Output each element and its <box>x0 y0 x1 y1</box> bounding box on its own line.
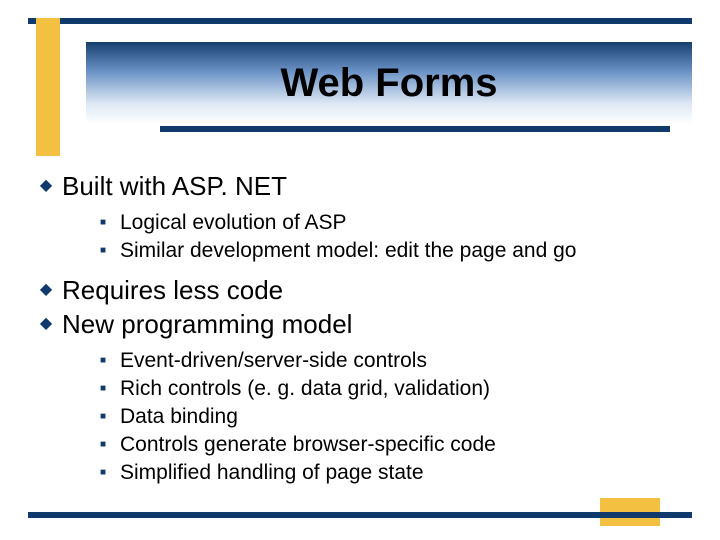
square-bullet-icon: ■ <box>96 348 110 374</box>
title-band: Web Forms <box>86 42 692 124</box>
square-bullet-icon: ■ <box>96 238 110 264</box>
sub-bullet-text: Similar development model: edit the page… <box>120 238 576 264</box>
sub-bullet-text: Data binding <box>120 404 238 430</box>
bullet-level2: ■ Similar development model: edit the pa… <box>96 238 690 264</box>
bullet-level2: ■ Event-driven/server-side controls <box>96 348 690 374</box>
bullet-level2: ■ Data binding <box>96 404 690 430</box>
bottom-accent-bar <box>600 498 660 512</box>
bullet-text: Requires less code <box>62 274 283 306</box>
bullet-text: New programming model <box>62 308 352 340</box>
diamond-bullet-icon: ◆ <box>38 308 54 340</box>
square-bullet-icon: ■ <box>96 376 110 402</box>
bottom-horizontal-rule <box>28 512 692 518</box>
content-area: ◆ Built with ASP. NET ■ Logical evolutio… <box>38 160 690 496</box>
square-bullet-icon: ■ <box>96 432 110 458</box>
bullet-level1: ◆ New programming model <box>38 308 690 340</box>
bullet-level2: ■ Simplified handling of page state <box>96 460 690 486</box>
sub-bullet-text: Event-driven/server-side controls <box>120 348 427 374</box>
bullet-text: Built with ASP. NET <box>62 170 287 202</box>
top-horizontal-rule <box>28 18 692 24</box>
sub-bullet-text: Simplified handling of page state <box>120 460 424 486</box>
bottom-accent-bar-lower <box>600 518 660 526</box>
sub-bullet-group: ■ Logical evolution of ASP ■ Similar dev… <box>96 210 690 264</box>
sub-bullet-group: ■ Event-driven/server-side controls ■ Ri… <box>96 348 690 486</box>
square-bullet-icon: ■ <box>96 460 110 486</box>
bullet-level2: ■ Rich controls (e. g. data grid, valida… <box>96 376 690 402</box>
bullet-level1: ◆ Requires less code <box>38 274 690 306</box>
sub-bullet-text: Logical evolution of ASP <box>120 210 347 236</box>
bullet-level2: ■ Controls generate browser-specific cod… <box>96 432 690 458</box>
accent-vertical-bar <box>36 18 60 156</box>
slide-title: Web Forms <box>280 61 497 106</box>
sub-bullet-text: Controls generate browser-specific code <box>120 432 496 458</box>
title-underline <box>160 126 670 132</box>
bullet-level1: ◆ Built with ASP. NET <box>38 170 690 202</box>
diamond-bullet-icon: ◆ <box>38 274 54 306</box>
diamond-bullet-icon: ◆ <box>38 170 54 202</box>
bullet-level2: ■ Logical evolution of ASP <box>96 210 690 236</box>
sub-bullet-text: Rich controls (e. g. data grid, validati… <box>120 376 490 402</box>
square-bullet-icon: ■ <box>96 210 110 236</box>
square-bullet-icon: ■ <box>96 404 110 430</box>
